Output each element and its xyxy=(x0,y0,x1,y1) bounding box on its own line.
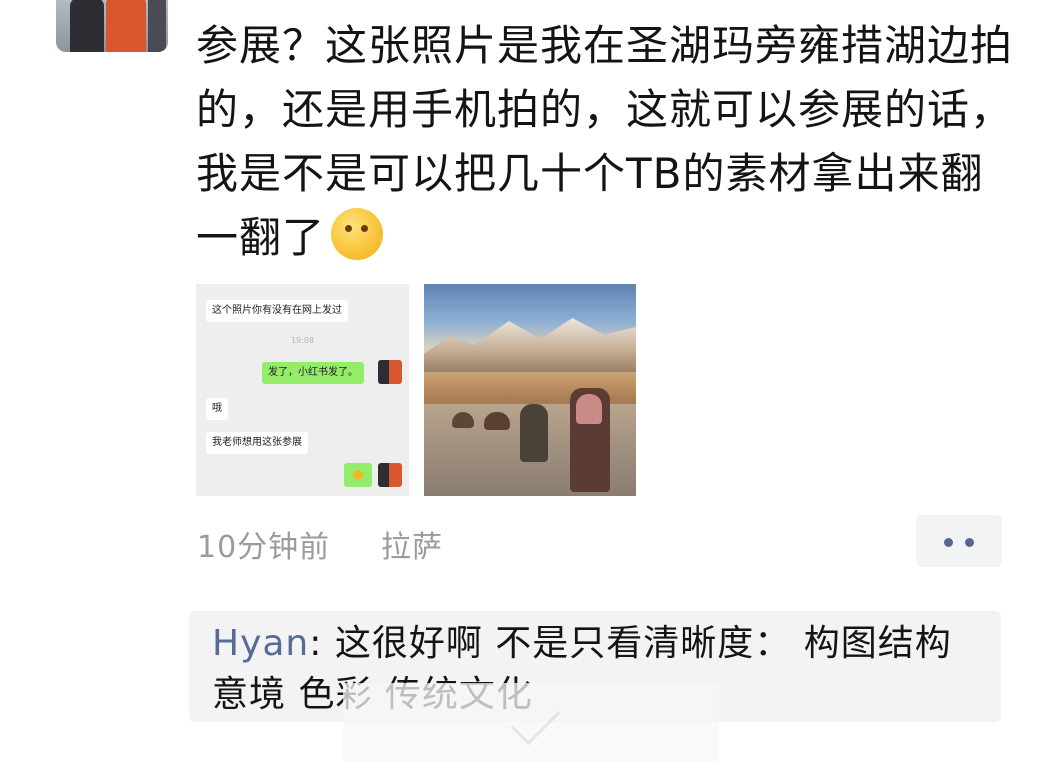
post-time: 10分钟前 xyxy=(197,530,331,565)
chat-message-3: 哦 xyxy=(206,398,228,420)
chat-message-1: 这个照片你有没有在网上发过 xyxy=(206,300,348,322)
more-dot-icon xyxy=(944,538,953,547)
more-dot-icon xyxy=(965,538,974,547)
avatar-person-2 xyxy=(106,0,146,52)
pilgrim-figure xyxy=(576,394,602,424)
chat-time: 19:08 xyxy=(290,336,315,345)
avatar-person-1 xyxy=(70,0,104,52)
post-image-lake-photo[interactable] xyxy=(424,284,636,496)
post-location[interactable]: 拉萨 xyxy=(381,522,443,566)
pilgrim-figure xyxy=(452,412,474,428)
comment-separator: : xyxy=(309,623,335,664)
pilgrim-figure xyxy=(520,404,548,462)
pilgrim-figure xyxy=(484,412,510,430)
more-options-button[interactable] xyxy=(916,515,1002,567)
chat-message-2: 发了，小红书发了。 xyxy=(262,362,364,384)
post-image-chat-screenshot[interactable]: 这个照片你有没有在网上发过 19:08 发了，小红书发了。 哦 我老师想用这张参… xyxy=(196,284,409,496)
mountain-shape xyxy=(424,318,636,372)
post-text: 参展？这张照片是我在圣湖玛旁雍措湖边拍的，还是用手机拍的，这就可以参展的话，我是… xyxy=(196,14,1016,270)
chat-avatar xyxy=(378,463,402,487)
user-avatar[interactable] xyxy=(56,0,168,52)
avatar-background xyxy=(148,0,166,52)
post-body: 参展？这张照片是我在圣湖玛旁雍措湖边拍的，还是用手机拍的，这就可以参展的话，我是… xyxy=(196,21,1014,262)
translucent-overlay xyxy=(343,683,719,762)
chat-message-4: 我老师想用这张参展 xyxy=(206,432,308,454)
chat-avatar xyxy=(378,360,402,384)
chat-sticker-icon xyxy=(344,463,372,487)
thinking-face-icon xyxy=(331,208,384,260)
comment-author[interactable]: Hyan xyxy=(212,623,309,664)
